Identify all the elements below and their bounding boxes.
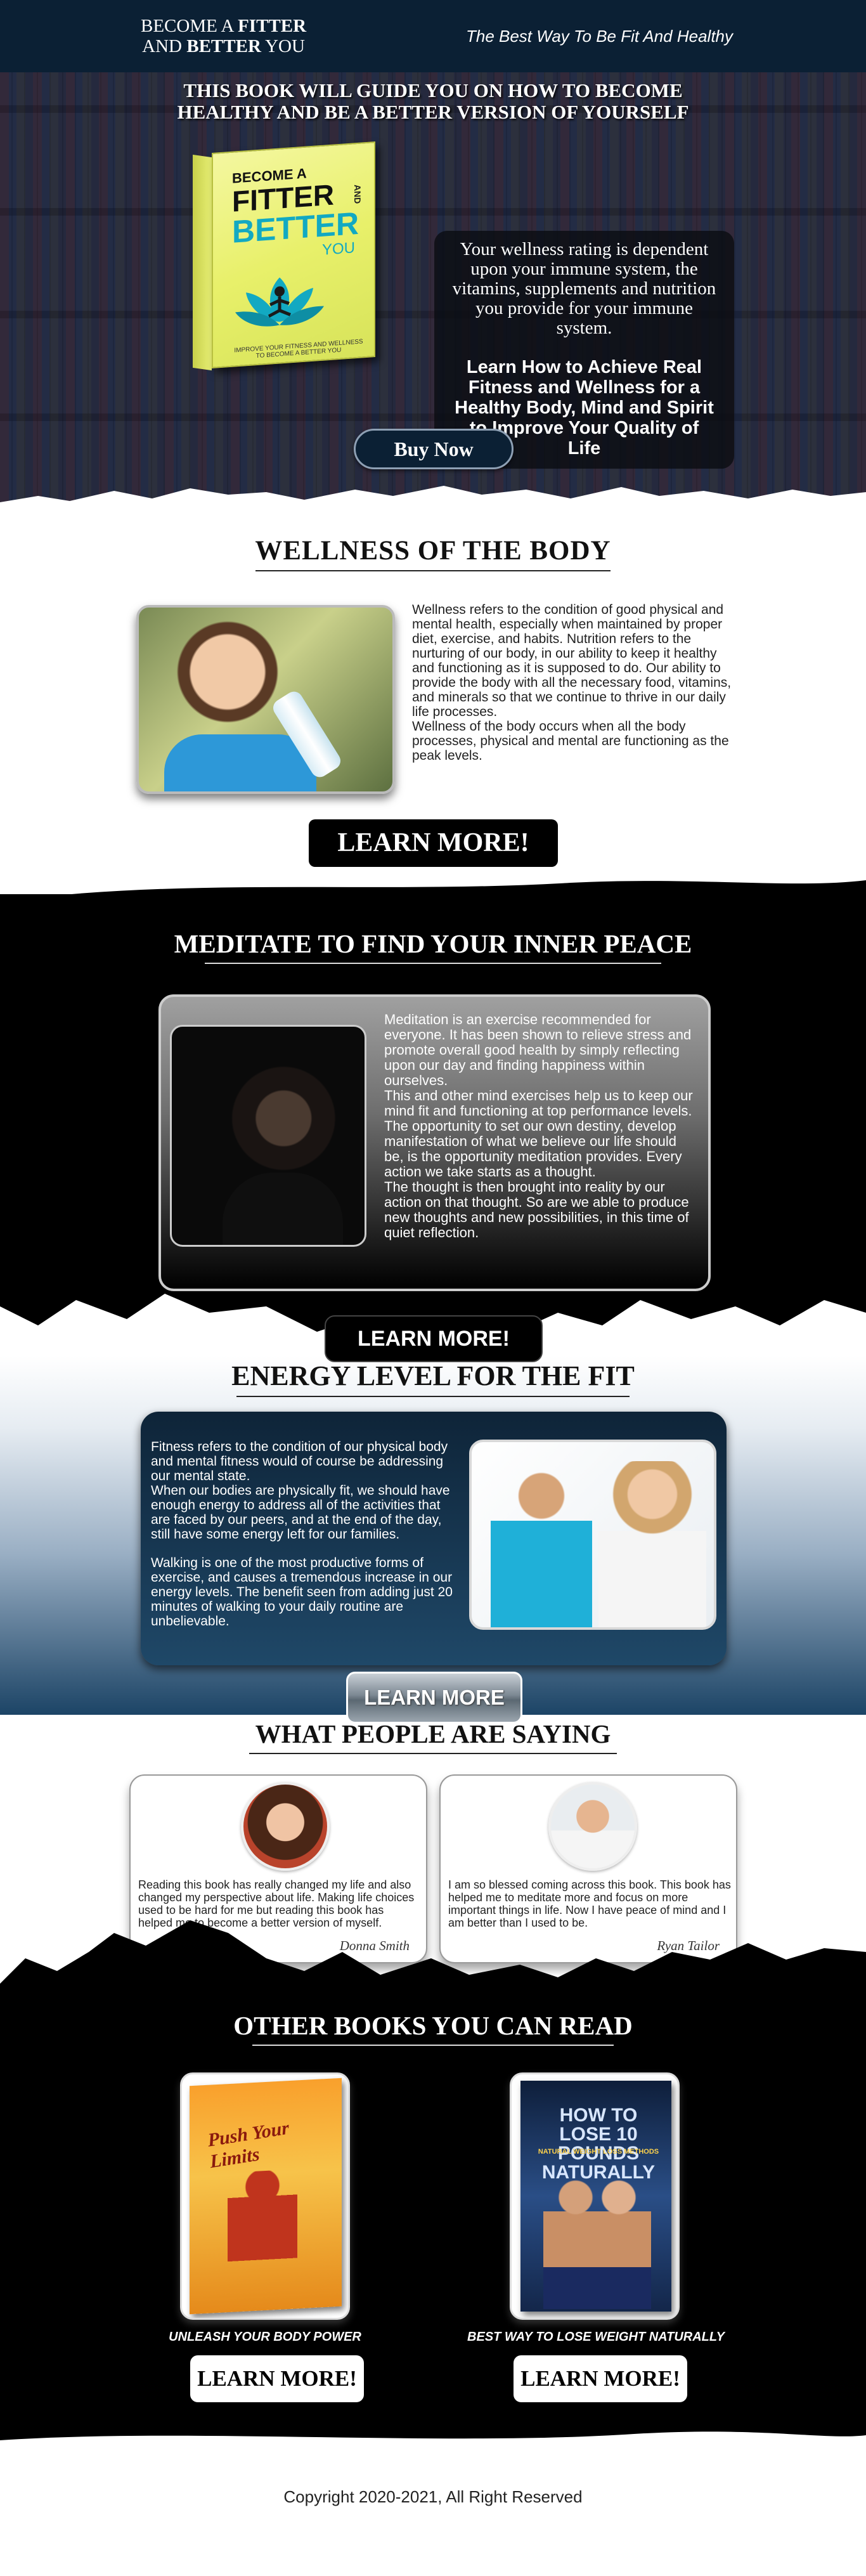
energy-paragraph: When our bodies are physically fit, we s… bbox=[151, 1483, 450, 1542]
book-cover-title: Push Your Limits bbox=[207, 2117, 290, 2173]
wellness-text: Wellness refers to the condition of good… bbox=[412, 602, 742, 763]
testimonials-section: WHAT PEOPLE ARE SAYING Reading this book… bbox=[0, 1715, 866, 2009]
section-title: MEDITATE TO FIND YOUR INNER PEACE bbox=[174, 929, 692, 958]
book-cover-text: AND bbox=[352, 184, 363, 204]
book-card-lose-weight[interactable]: HOW TO LOSE 10 POUNDS NATURALLY NATURAL … bbox=[510, 2072, 680, 2320]
torn-paper-edge bbox=[0, 1920, 866, 2009]
meditate-content-box: Meditation is an exercise recommended fo… bbox=[158, 994, 711, 1291]
logo-text-better: BETTER bbox=[186, 36, 261, 56]
copyright-text: Copyright 2020-2021, All Right Reserved bbox=[283, 2487, 583, 2506]
energy-paragraph: Fitness refers to the condition of our p… bbox=[151, 1440, 448, 1483]
energy-section: ENERGY LEVEL FOR THE FIT Fitness refers … bbox=[0, 1356, 866, 1724]
book-cover-image: HOW TO LOSE 10 POUNDS NATURALLY NATURAL … bbox=[520, 2081, 671, 2312]
hero-headline-line1: THIS BOOK WILL GUIDE YOU ON HOW TO BECOM… bbox=[183, 79, 683, 101]
book-caption: UNLEASH YOUR BODY POWER bbox=[169, 2330, 361, 2344]
wellness-paragraph: Wellness of the body occurs when all the… bbox=[412, 719, 729, 763]
meditate-learn-more-button[interactable]: LEARN MORE! bbox=[325, 1315, 543, 1362]
energy-text: Fitness refers to the condition of our p… bbox=[151, 1440, 459, 1629]
curve-edge bbox=[0, 880, 866, 902]
energy-content-box: Fitness refers to the condition of our p… bbox=[141, 1412, 727, 1665]
book-caption: BEST WAY TO LOSE WEIGHT NATURALLY bbox=[467, 2330, 725, 2344]
avatar bbox=[548, 1782, 637, 1871]
avatar bbox=[241, 1782, 330, 1871]
book-card-push-your-limits[interactable]: Push Your Limits bbox=[180, 2072, 350, 2320]
wellness-paragraph: Wellness refers to the condition of good… bbox=[412, 602, 732, 719]
other-books-section: OTHER BOOKS YOU CAN READ Push Your Limit… bbox=[0, 2008, 866, 2453]
book-cover-image: BECOME A FITTER BETTER YOU AND IMPROVE Y… bbox=[190, 141, 375, 375]
book1-learn-more-button[interactable]: LEARN MORE! bbox=[190, 2355, 364, 2402]
lotus-yoga-icon bbox=[235, 277, 324, 327]
energy-learn-more-button[interactable]: LEARN MORE bbox=[346, 1672, 522, 1724]
meditate-text: Meditation is an exercise recommended fo… bbox=[384, 1012, 695, 1240]
hero-headline: THIS BOOK WILL GUIDE YOU ON HOW TO BECOM… bbox=[0, 80, 866, 123]
meditate-section: MEDITATE TO FIND YOUR INNER PEACE Medita… bbox=[0, 880, 866, 1362]
curve-edge bbox=[0, 2431, 866, 2453]
title-underline bbox=[205, 963, 661, 964]
logo-text-1: BECOME A bbox=[141, 16, 238, 36]
footer: Copyright 2020-2021, All Right Reserved bbox=[0, 2452, 866, 2520]
site-logo[interactable]: BECOME A FITTER AND BETTER YOU bbox=[141, 16, 306, 56]
meditating-man-image bbox=[170, 1025, 366, 1247]
meditate-paragraph: This and other mind exercises help us to… bbox=[384, 1088, 693, 1119]
logo-text-2: AND bbox=[142, 36, 187, 56]
book2-learn-more-button[interactable]: LEARN MORE! bbox=[514, 2355, 687, 2402]
site-tagline: The Best Way To Be Fit And Healthy bbox=[465, 26, 733, 46]
meditate-paragraph: Meditation is an exercise recommended fo… bbox=[384, 1012, 692, 1088]
meditate-paragraph: The opportunity to set our own destiny, … bbox=[384, 1118, 682, 1180]
energy-paragraph: Walking is one of the most productive fo… bbox=[151, 1556, 453, 1629]
wellness-learn-more-button[interactable]: LEARN MORE! bbox=[309, 819, 558, 867]
logo-text-fitter: FITTER bbox=[238, 16, 307, 36]
section-title: OTHER BOOKS YOU CAN READ bbox=[233, 2011, 633, 2040]
top-header: BECOME A FITTER AND BETTER YOU The Best … bbox=[0, 0, 866, 72]
fitness-couple-image bbox=[469, 1440, 716, 1630]
book-cover-image: Push Your Limits bbox=[190, 2078, 342, 2315]
title-underline bbox=[249, 1753, 617, 1754]
woman-drinking-water-image bbox=[136, 605, 395, 794]
book-cover-subtitle: NATURAL WEIGHT LOSS METHODS bbox=[538, 2148, 659, 2156]
buy-now-button[interactable]: Buy Now bbox=[354, 429, 514, 469]
hero-box-text: Your wellness rating is dependent upon y… bbox=[452, 239, 716, 338]
title-underline bbox=[236, 1396, 630, 1397]
hero-headline-line2: HEALTHY AND BE A BETTER VERSION OF YOURS… bbox=[177, 101, 689, 123]
torn-paper-edge bbox=[0, 486, 866, 528]
logo-text-3: YOU bbox=[261, 36, 305, 56]
meditate-paragraph: The thought is then brought into reality… bbox=[384, 1179, 689, 1240]
wellness-section: WELLNESS OF THE BODY Wellness refers to … bbox=[0, 486, 866, 894]
title-underline bbox=[255, 570, 611, 571]
title-underline bbox=[252, 2045, 614, 2046]
